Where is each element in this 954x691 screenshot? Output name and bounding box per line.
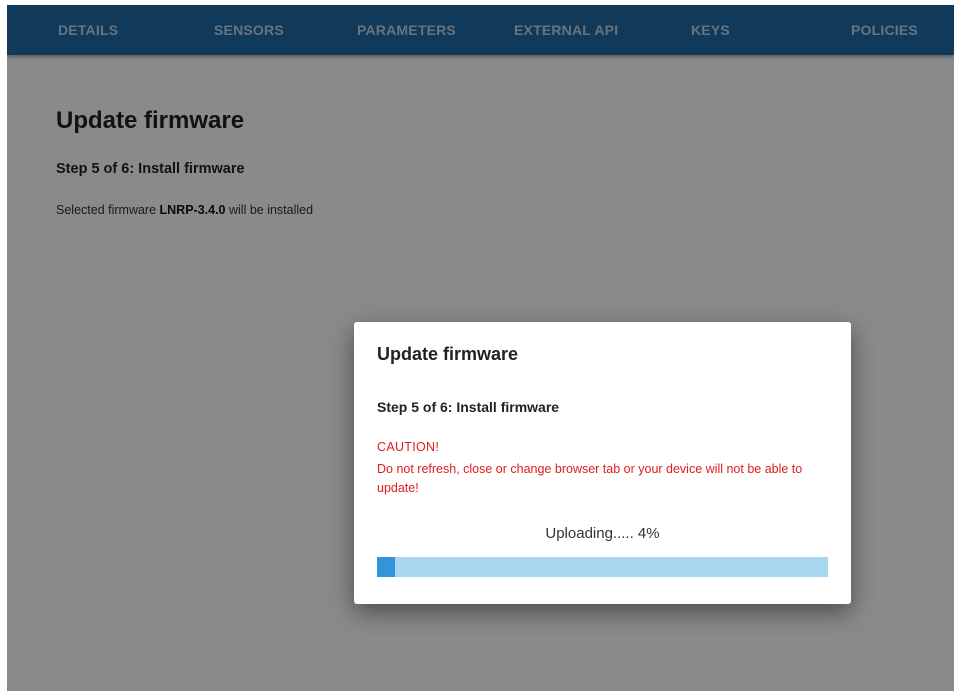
upload-progress-label: Uploading..... 4% <box>545 525 660 542</box>
dialog-title: Update firmware <box>377 344 519 364</box>
update-firmware-dialog: Update firmware Step 5 of 6: Install fir… <box>354 322 851 604</box>
upload-progress-fill <box>377 557 396 577</box>
caution-message: Do not refresh, close or change browser … <box>377 462 803 495</box>
app-viewport: DETAILS SENSORS PARAMETERS EXTERNAL API … <box>7 5 954 691</box>
dialog-step-heading: Step 5 of 6: Install firmware <box>377 399 560 415</box>
upload-progress-bar <box>377 557 828 577</box>
caution-heading: CAUTION! <box>377 440 440 454</box>
